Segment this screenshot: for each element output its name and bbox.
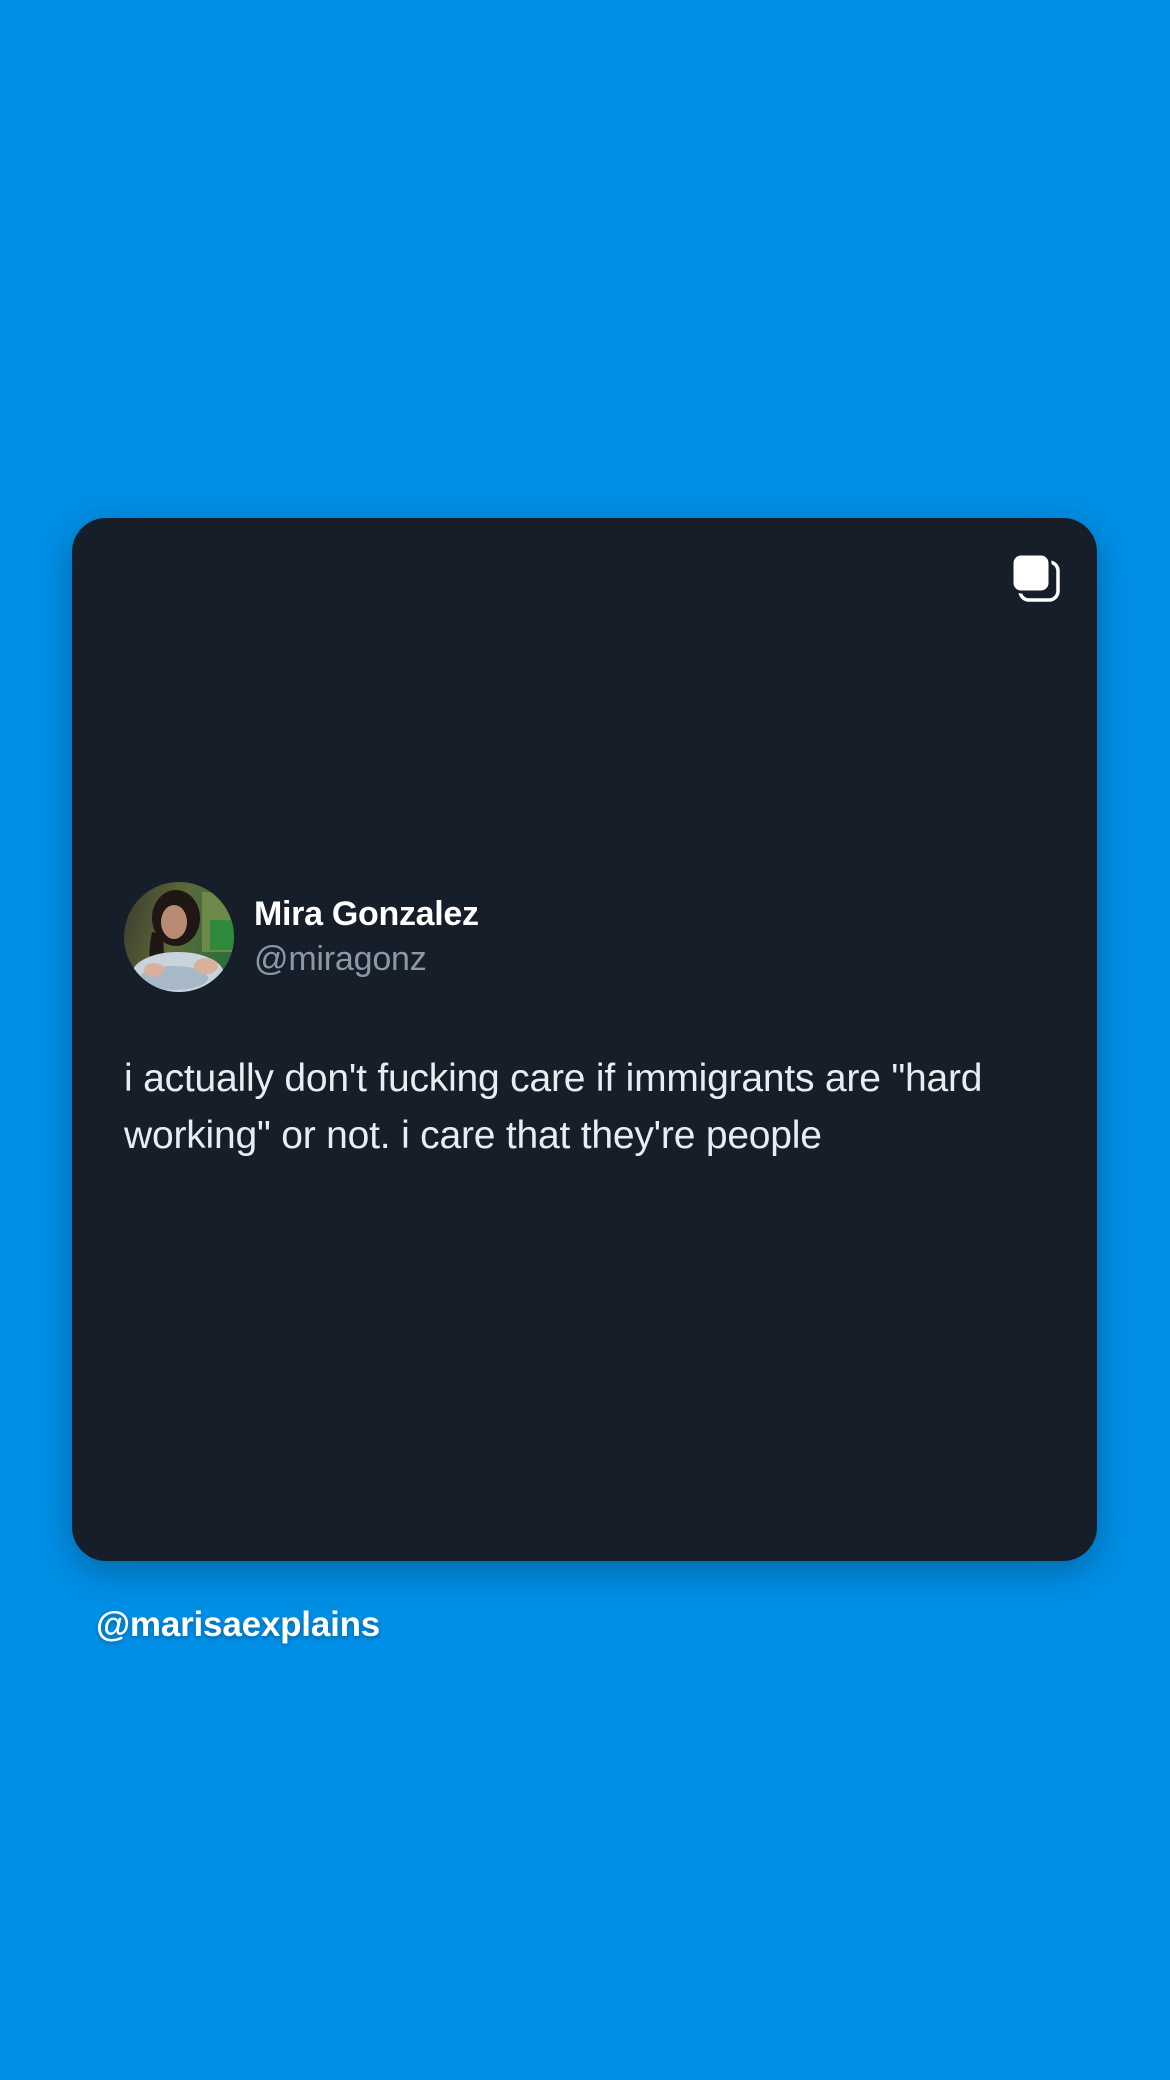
post-text: i actually don't fucking care if immigra… [124, 1057, 983, 1157]
post-card: Mira Gonzalez @miragonz i actually don't… [72, 518, 1097, 1561]
author-info: Mira Gonzalez @miragonz [254, 892, 479, 982]
multiple-images-icon [1010, 552, 1062, 604]
author-row: Mira Gonzalez @miragonz [124, 882, 479, 992]
author-handle: @miragonz [254, 940, 427, 978]
avatar [124, 882, 234, 992]
author-name: Mira Gonzalez [254, 895, 479, 933]
credit-handle: @marisaexplains [96, 1605, 381, 1644]
